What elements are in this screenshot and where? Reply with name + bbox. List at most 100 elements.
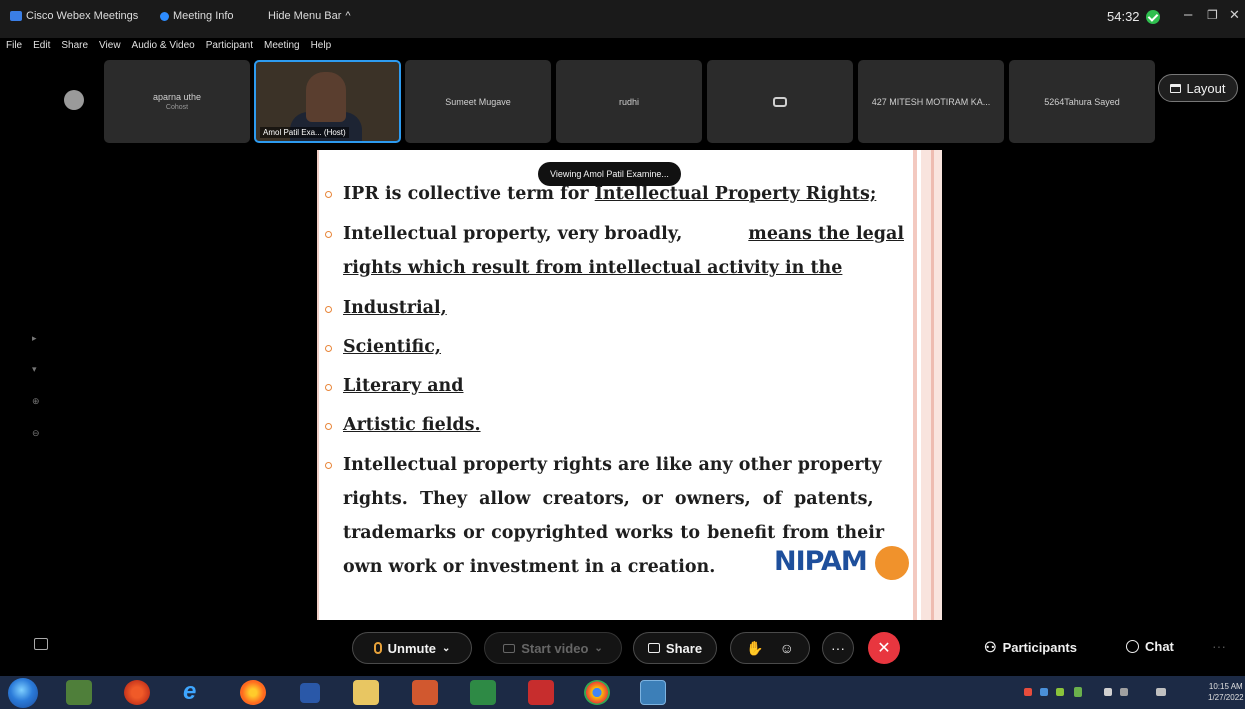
start-button-icon[interactable]: [8, 678, 38, 708]
participant-tile[interactable]: 427 MITESH MOTIRAM KA...: [858, 60, 1004, 143]
slide-line: Industrial,: [343, 298, 447, 318]
slide-line: own work or investment in a creation.: [343, 557, 716, 577]
chevron-down-icon: ⌄: [594, 642, 603, 654]
meeting-timer: 54:32: [1107, 9, 1160, 24]
acrobat-icon[interactable]: [528, 680, 554, 705]
tray-icon[interactable]: [1024, 688, 1032, 696]
chat-label: Chat: [1145, 639, 1174, 654]
page-number-badge: [875, 546, 909, 580]
meeting-info-label: Meeting Info: [173, 10, 234, 22]
file-explorer-icon[interactable]: [353, 680, 379, 705]
network-icon[interactable]: [1120, 688, 1128, 696]
more-panels-icon[interactable]: ···: [1212, 638, 1226, 654]
internet-explorer-icon[interactable]: e: [183, 678, 209, 705]
menu-bar: File Edit Share View Audio & Video Parti…: [6, 40, 331, 51]
chrome-icon[interactable]: [584, 680, 610, 705]
menu-meeting[interactable]: Meeting: [264, 40, 300, 51]
reactions-icon[interactable]: ☺: [780, 640, 794, 656]
participant-tile[interactable]: aparna uthe Cohost: [104, 60, 250, 143]
zoom-out-icon[interactable]: ⊖: [32, 428, 42, 438]
clock[interactable]: 10:15 AM 1/27/2022: [1208, 681, 1244, 703]
webex-app-icon[interactable]: [640, 680, 666, 705]
title-bar: Cisco Webex Meetings Meeting Info Hide M…: [0, 0, 1245, 38]
host-video-tile[interactable]: Amol Patil Exa... (Host): [254, 60, 401, 143]
slide-line: Scientific,: [343, 337, 442, 357]
video-off-icon: [503, 643, 516, 653]
end-meeting-button[interactable]: ✕: [868, 632, 900, 664]
end-call-icon: ✕: [877, 640, 891, 657]
firefox-icon[interactable]: [240, 680, 266, 705]
info-icon: [160, 11, 169, 21]
bullet-icon: [325, 423, 332, 430]
menu-edit[interactable]: Edit: [33, 40, 50, 51]
connection-check-icon: [1145, 9, 1160, 24]
slide-text-segment: IPR is collective term for: [343, 184, 595, 204]
minimize-icon[interactable]: –: [1184, 6, 1192, 23]
webex-logo-icon: [10, 11, 22, 21]
unmute-button[interactable]: Unmute ⌄: [352, 632, 472, 664]
participant-tile[interactable]: Sumeet Mugave: [405, 60, 551, 143]
participants-button[interactable]: ⚇ Participants: [984, 639, 1077, 656]
start-video-label: Start video: [521, 640, 589, 656]
tray-icon[interactable]: [1056, 688, 1064, 696]
viewing-tooltip: Viewing Amol Patil Examine...: [538, 162, 681, 186]
participant-tile[interactable]: rudhi: [556, 60, 702, 143]
slide-border-right: [913, 150, 917, 620]
excel-icon[interactable]: [470, 680, 496, 705]
captions-icon[interactable]: [34, 638, 48, 650]
slide-text-underlined: Intellectual Property Rights;: [594, 184, 877, 204]
slide-line: IPR is collective term for Intellectual …: [343, 184, 876, 204]
restore-icon[interactable]: ❐: [1207, 8, 1218, 22]
powerpoint-icon[interactable]: [412, 680, 438, 705]
hide-menu-bar-button[interactable]: Hide Menu Bar ^: [268, 10, 351, 22]
chrome-like-app-icon[interactable]: [124, 680, 150, 705]
participant-tile[interactable]: 5264Tahura Sayed: [1009, 60, 1155, 143]
slide-line: Literary and: [343, 376, 464, 396]
share-button[interactable]: Share: [633, 632, 717, 664]
start-video-button[interactable]: Start video ⌄: [484, 632, 622, 664]
share-screen-icon: [647, 643, 660, 653]
zoom-in-icon[interactable]: ⊕: [32, 396, 42, 406]
meeting-info-button[interactable]: Meeting Info: [160, 10, 234, 22]
bullet-icon: [325, 345, 332, 352]
participants-icon: ⚇: [984, 639, 997, 655]
clock-date: 1/27/2022: [1208, 693, 1244, 702]
participant-name: 5264Tahura Sayed: [1044, 96, 1120, 107]
tray-icon[interactable]: [1040, 688, 1048, 696]
participants-label: Participants: [1002, 640, 1077, 655]
layout-icon: [1170, 83, 1182, 93]
bullet-icon: [325, 306, 332, 313]
menu-participant[interactable]: Participant: [206, 40, 253, 51]
media-player-icon[interactable]: [300, 683, 320, 703]
taskbar: e 10:15 AM 1/27/2022: [0, 676, 1245, 709]
signal-icon[interactable]: [1074, 687, 1082, 697]
slide-line: rights which result from intellectual ac…: [343, 258, 843, 278]
layout-button[interactable]: Layout: [1158, 74, 1238, 102]
pointer-tool-icon[interactable]: ▸: [32, 333, 42, 343]
slide-text-segment: Intellectual property rights are like an…: [343, 455, 882, 475]
share-label: Share: [665, 640, 703, 656]
explorer-app-icon[interactable]: [66, 680, 92, 705]
menu-view[interactable]: View: [99, 40, 121, 51]
menu-file[interactable]: File: [6, 40, 22, 51]
flag-icon[interactable]: [1104, 688, 1112, 696]
chat-button[interactable]: Chat: [1126, 639, 1174, 654]
raise-hand-icon[interactable]: ✋: [746, 640, 763, 657]
slide-text-segment: Intellectual property, very broadly,: [343, 224, 683, 244]
menu-audio-video[interactable]: Audio & Video: [132, 40, 195, 51]
bullet-icon: [325, 191, 332, 198]
participant-tile[interactable]: [707, 60, 853, 143]
slide-text-underlined: means the legal: [748, 224, 904, 244]
menu-help[interactable]: Help: [311, 40, 332, 51]
chat-icon: [1126, 640, 1139, 653]
volume-icon[interactable]: [1156, 688, 1166, 696]
pen-tool-icon[interactable]: ▾: [32, 364, 42, 374]
close-icon[interactable]: ✕: [1229, 7, 1240, 23]
menu-share[interactable]: Share: [61, 40, 88, 51]
camera-icon: [773, 96, 787, 107]
more-options-button[interactable]: ···: [822, 632, 854, 664]
timer-value: 54:32: [1107, 9, 1140, 24]
slide-border-right: [931, 150, 934, 620]
clock-time: 10:15 AM: [1208, 682, 1243, 691]
chevron-up-icon: ^: [345, 10, 351, 22]
